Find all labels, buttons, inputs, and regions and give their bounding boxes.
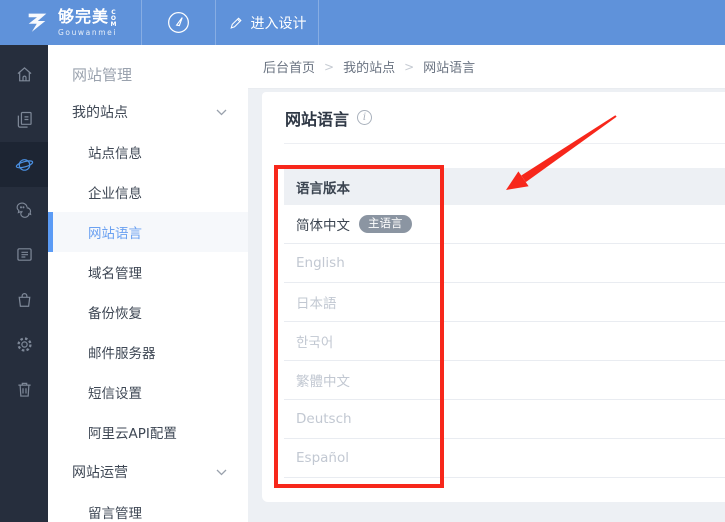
rail-item-content-list[interactable] [0,232,48,277]
rail-item-messages[interactable] [0,187,48,232]
table-row-korean[interactable]: 한국어 [284,322,725,361]
language-label: English [296,255,345,271]
rail-item-trash[interactable] [0,367,48,412]
sidebar-item-site-language[interactable]: 网站语言 [48,212,248,252]
brand-text: 够完美 COM Gouwanmei [57,6,118,37]
content-card: 网站语言 语言版本 简体中文 主语言 English 日本語 한국어 [262,92,725,502]
home-icon [17,67,31,82]
info-circle-icon[interactable] [357,110,373,125]
table-row-zh-tw[interactable]: 繁體中文 [284,361,725,400]
card-title-row: 网站语言 [262,92,725,143]
dashboard-button[interactable] [142,0,215,45]
language-label: Deutsch [296,411,352,427]
chevron-down-icon [216,109,227,115]
messages-icon [16,202,31,218]
sidebar-group-my-site[interactable]: 我的站点 [48,92,248,132]
brand-subtitle: Gouwanmei [57,27,118,37]
sidebar-item-company-info[interactable]: 企业信息 [48,172,248,212]
table-row-german[interactable]: Deutsch [284,400,725,439]
table-row-zh-cn[interactable]: 简体中文 主语言 [284,205,725,244]
language-label: 한국어 [296,335,334,351]
trash-icon [17,382,31,397]
language-label: Español [296,450,349,466]
sidebar-item-site-info[interactable]: 站点信息 [48,132,248,172]
topbar: 够完美 COM Gouwanmei 进入设计 [0,0,725,45]
enter-design-button[interactable]: 进入设计 [216,0,318,45]
language-label: 简体中文 [296,218,350,234]
table-header: 语言版本 [284,168,725,205]
main-content: 后台首页 > 我的站点 > 网站语言 网站语言 语言版本 简体中文 主语言 En… [248,45,725,522]
rail-item-mall[interactable] [0,277,48,322]
z-mark-icon [28,13,47,32]
breadcrumb-separator: > [404,59,415,74]
brand-suffix: COM [109,8,117,27]
language-label: 日本語 [296,296,337,312]
dashboard-gauge-icon [168,12,189,33]
breadcrumb-home[interactable]: 后台首页 [263,57,315,76]
sidebar-item-mail-server[interactable]: 邮件服务器 [48,332,248,372]
sidebar-item-aliyun-api[interactable]: 阿里云API配置 [48,412,248,452]
rail-item-documents[interactable] [0,97,48,142]
rail-item-home[interactable] [0,52,48,97]
table-row-spanish[interactable]: Español [284,439,725,478]
icon-rail [0,45,48,522]
language-table: 语言版本 简体中文 主语言 English 日本語 한국어 繁體中文 Deuts… [284,168,725,478]
sidebar-item-backup[interactable]: 备份恢复 [48,292,248,332]
sidebar-group-site-operation[interactable]: 网站运营 [48,452,248,492]
table-row-english[interactable]: English [284,244,725,283]
documents-icon [17,111,32,128]
page-title: 网站语言 [285,109,350,129]
sidebar-group-label: 网站运营 [72,465,128,481]
sidebar-group-label: 我的站点 [72,105,128,121]
primary-language-badge: 主语言 [359,214,412,234]
sidebar-item-messages-admin[interactable]: 留言管理 [48,492,248,522]
topbar-divider [318,0,319,45]
brand-name: 够完美 [57,6,109,26]
sidebar-title: 网站管理 [72,66,133,84]
settings-gear-icon [16,337,32,352]
breadcrumb-separator: > [324,59,335,74]
title-divider [284,143,725,144]
app-window: 够完美 COM Gouwanmei 进入设计 网站管理 我的站点 站点信息 企业… [0,0,725,522]
breadcrumb-current: 网站语言 [423,61,476,76]
chevron-down-icon [216,469,227,475]
sidebar: 网站管理 我的站点 站点信息 企业信息 网站语言 域名管理 备份恢复 邮件服务器… [48,45,248,522]
mall-bag-icon [18,293,30,307]
table-row-japanese[interactable]: 日本語 [284,283,725,322]
breadcrumb-my-site[interactable]: 我的站点 [343,57,395,76]
content-list-icon [16,248,32,261]
enter-design-label: 进入设计 [250,15,307,32]
sidebar-item-domain[interactable]: 域名管理 [48,252,248,292]
brand-logo[interactable]: 够完美 COM Gouwanmei [0,0,141,45]
sidebar-item-sms[interactable]: 短信设置 [48,372,248,412]
rail-item-settings[interactable] [0,322,48,367]
website-planet-icon [15,159,33,171]
language-label: 繁體中文 [296,374,350,390]
pencil-icon [229,16,242,29]
rail-item-website[interactable] [0,142,48,187]
breadcrumb: 后台首页 > 我的站点 > 网站语言 [248,45,725,89]
